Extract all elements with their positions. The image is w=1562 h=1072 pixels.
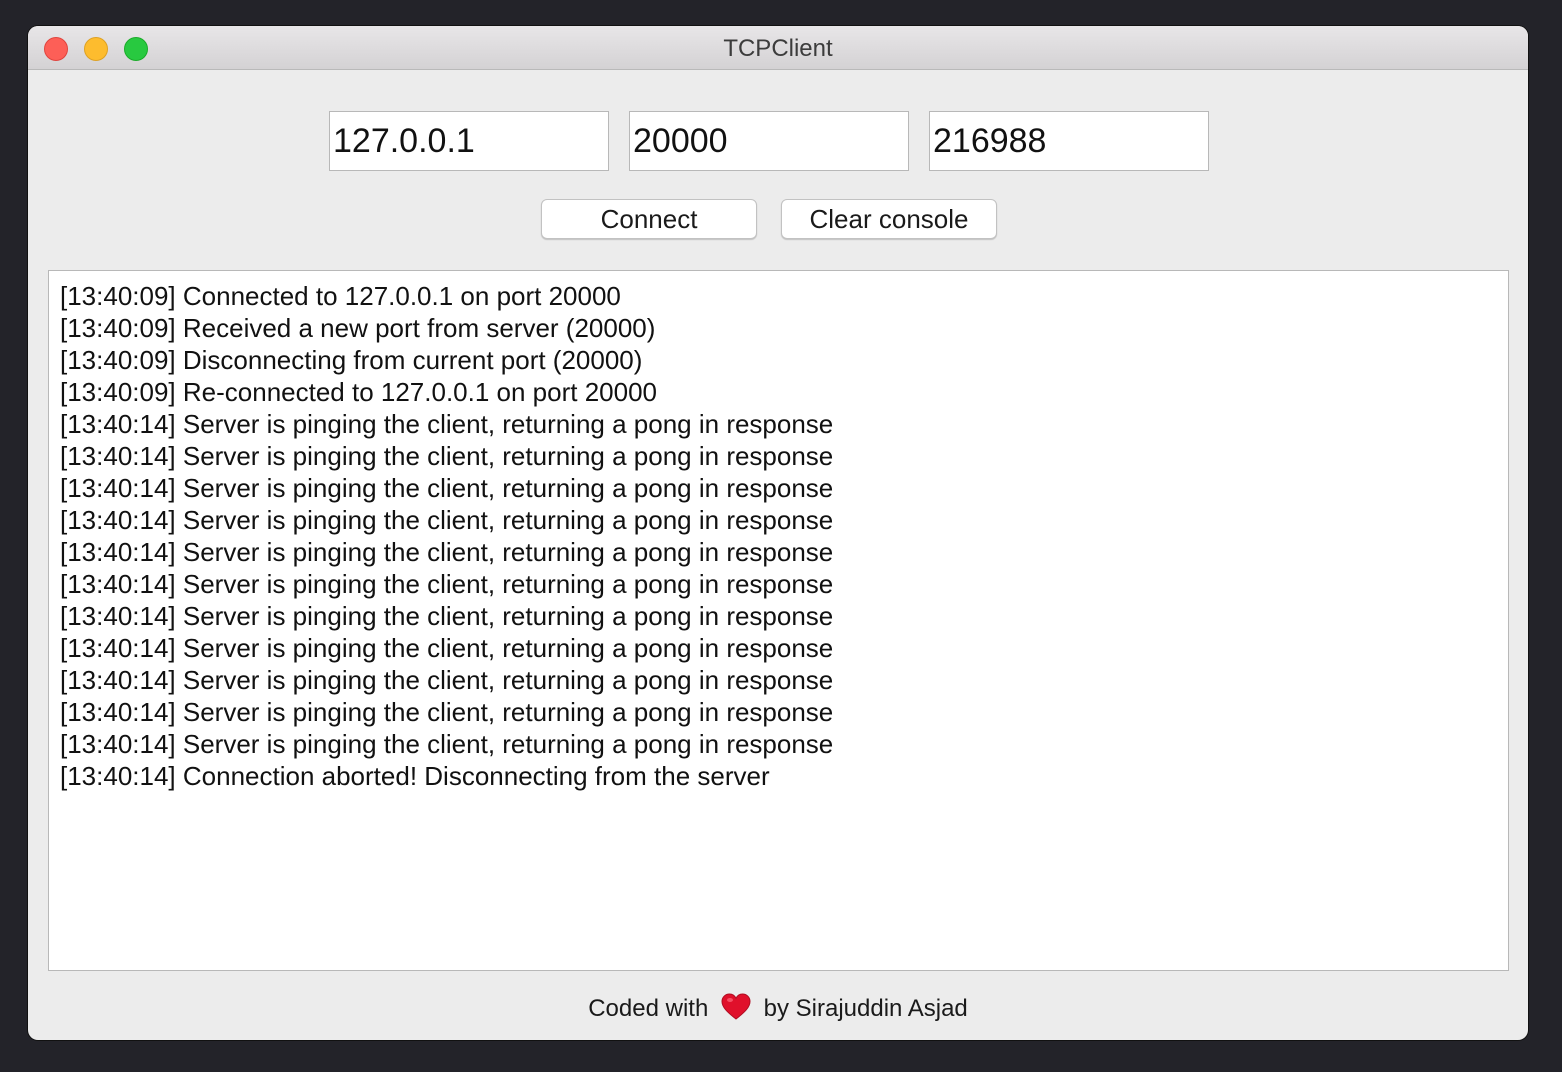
footer-credit: Coded with by Sirajuddin Asjad <box>28 993 1528 1024</box>
console-log[interactable]: [13:40:09] Connected to 127.0.0.1 on por… <box>48 270 1509 971</box>
heart-icon <box>721 993 751 1021</box>
port-input[interactable] <box>629 111 909 171</box>
app-window: TCPClient Connect Clear console [13:40:0… <box>28 26 1528 1040</box>
log-line: [13:40:14] Server is pinging the client,… <box>60 409 834 439</box>
log-line: [13:40:14] Server is pinging the client,… <box>60 697 834 727</box>
log-line: [13:40:14] Server is pinging the client,… <box>60 601 834 631</box>
footer-suffix: by Sirajuddin Asjad <box>763 995 968 1022</box>
log-line: [13:40:09] Connected to 127.0.0.1 on por… <box>60 281 621 311</box>
host-input[interactable] <box>329 111 609 171</box>
log-line: [13:40:14] Server is pinging the client,… <box>60 441 834 471</box>
log-line: [13:40:14] Server is pinging the client,… <box>60 665 834 695</box>
client-id-input[interactable] <box>929 111 1209 171</box>
title-bar[interactable]: TCPClient <box>28 26 1528 70</box>
log-line: [13:40:09] Received a new port from serv… <box>60 313 656 343</box>
log-line: [13:40:14] Server is pinging the client,… <box>60 537 834 567</box>
window-title: TCPClient <box>723 35 833 62</box>
log-line: [13:40:09] Disconnecting from current po… <box>60 345 643 375</box>
connect-button[interactable]: Connect <box>541 199 757 239</box>
log-line: [13:40:14] Connection aborted! Disconnec… <box>60 761 770 791</box>
log-line: [13:40:09] Re-connected to 127.0.0.1 on … <box>60 377 658 407</box>
log-line: [13:40:14] Server is pinging the client,… <box>60 569 834 599</box>
footer-prefix: Coded with <box>588 995 709 1022</box>
log-line: [13:40:14] Server is pinging the client,… <box>60 633 834 663</box>
log-line: [13:40:14] Server is pinging the client,… <box>60 729 834 759</box>
log-line: [13:40:14] Server is pinging the client,… <box>60 473 834 503</box>
log-line: [13:40:14] Server is pinging the client,… <box>60 505 834 535</box>
clear-console-button[interactable]: Clear console <box>781 199 997 239</box>
